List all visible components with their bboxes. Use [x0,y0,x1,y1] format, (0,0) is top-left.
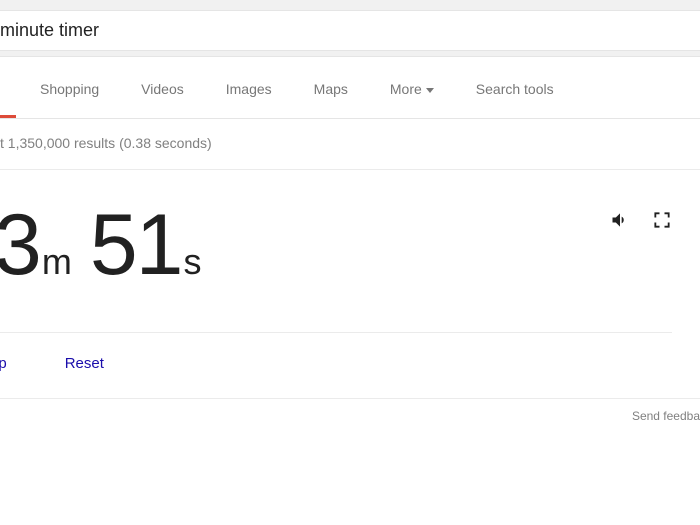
search-tabs: Shopping Videos Images Maps More Search … [0,57,700,115]
chevron-down-icon [426,88,434,93]
tab-more[interactable]: More [390,81,434,97]
timer-seconds: 51 [90,202,182,288]
timer-minutes: 3 [0,202,40,288]
tab-videos[interactable]: Videos [141,81,184,97]
chrome-top-strip [0,0,700,10]
reset-button[interactable]: Reset [65,355,104,372]
search-input[interactable] [0,20,700,41]
timer-seconds-unit: s [184,241,202,283]
sound-icon[interactable] [610,210,630,230]
search-bar [0,10,700,51]
send-feedback-link[interactable]: Send feedba [0,399,700,423]
tab-maps[interactable]: Maps [314,81,348,97]
tab-search-tools[interactable]: Search tools [476,81,554,97]
tab-shopping[interactable]: Shopping [40,81,99,97]
timer-minutes-unit: m [42,241,72,283]
timer-display[interactable]: 3 m 51 s [0,202,220,288]
tab-more-label: More [390,81,422,97]
tab-images[interactable]: Images [226,81,272,97]
timer-controls: op Reset [0,333,672,372]
fullscreen-icon[interactable] [652,210,672,230]
stop-button[interactable]: op [0,355,7,372]
timer-card: 3 m 51 s op Reset [0,169,700,399]
results-stats: t 1,350,000 results (0.38 seconds) [0,119,700,169]
